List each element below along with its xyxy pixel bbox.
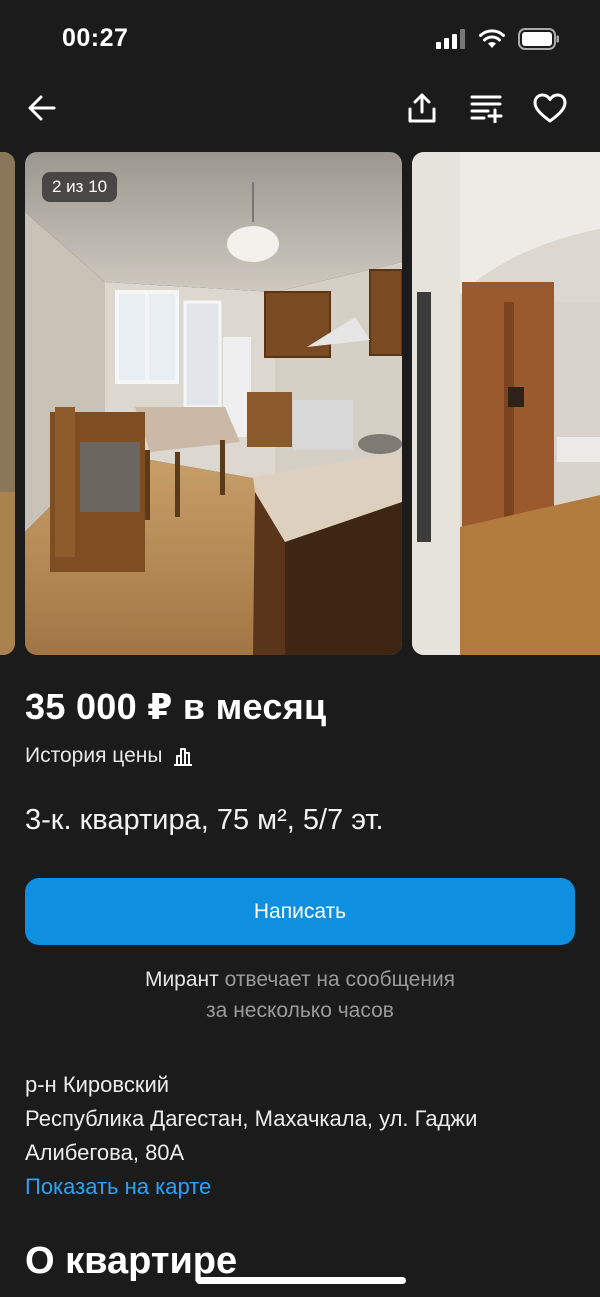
write-message-label: Написать: [253, 899, 347, 923]
response-text-2: за несколько часов: [206, 999, 394, 1022]
top-navbar: [0, 80, 600, 136]
share-button[interactable]: [402, 88, 442, 128]
hallway-photo: [412, 152, 600, 655]
apartment-photo: [0, 152, 15, 655]
address-block: р-н Кировский Республика Дагестан, Махач…: [25, 1068, 585, 1204]
battery-icon: [518, 28, 559, 50]
address-district: р-н Кировский: [25, 1072, 170, 1097]
compare-icon: [470, 95, 503, 123]
gallery-photo-previous[interactable]: [0, 152, 15, 655]
favorite-button[interactable]: [530, 88, 570, 128]
listing-price: 35 000 ₽ в месяц: [25, 686, 327, 727]
seller-response-info: Мирант отвечает на сообщения за нескольк…: [0, 964, 600, 1026]
seller-name: Мирант: [144, 968, 219, 991]
wifi-icon: [479, 29, 505, 48]
back-button[interactable]: [22, 88, 62, 128]
gallery-photo-current[interactable]: [25, 152, 402, 655]
signal-icon: [436, 29, 465, 49]
price-history-link[interactable]: История цены: [25, 744, 194, 768]
photo-gallery[interactable]: [0, 152, 600, 655]
favorite-heart-icon: [533, 93, 567, 123]
status-bar: 00:27: [0, 0, 600, 80]
status-icons: [436, 28, 560, 50]
price-history-label: История цены: [25, 744, 163, 767]
back-arrow-icon: [28, 95, 56, 121]
bar-chart-icon: [174, 748, 193, 766]
photo-counter: 2 из 10: [42, 172, 118, 202]
gallery-photo-next[interactable]: [412, 152, 600, 655]
response-text-1: отвечает на сообщения: [218, 968, 456, 991]
kitchen-photo: [25, 152, 402, 655]
response-line-1: Мирант отвечает на сообщения: [0, 964, 600, 995]
show-on-map-link[interactable]: Показать на карте: [25, 1170, 585, 1204]
listing-title: 3-к. квартира, 75 м², 5/7 эт.: [25, 804, 384, 836]
compare-button[interactable]: [467, 88, 507, 128]
write-message-button[interactable]: Написать: [25, 878, 575, 945]
status-time: 00:27: [62, 24, 129, 52]
home-indicator[interactable]: [196, 1277, 406, 1284]
share-icon: [408, 93, 436, 123]
address-full: Республика Дагестан, Махачкала, ул. Гадж…: [25, 1106, 478, 1165]
